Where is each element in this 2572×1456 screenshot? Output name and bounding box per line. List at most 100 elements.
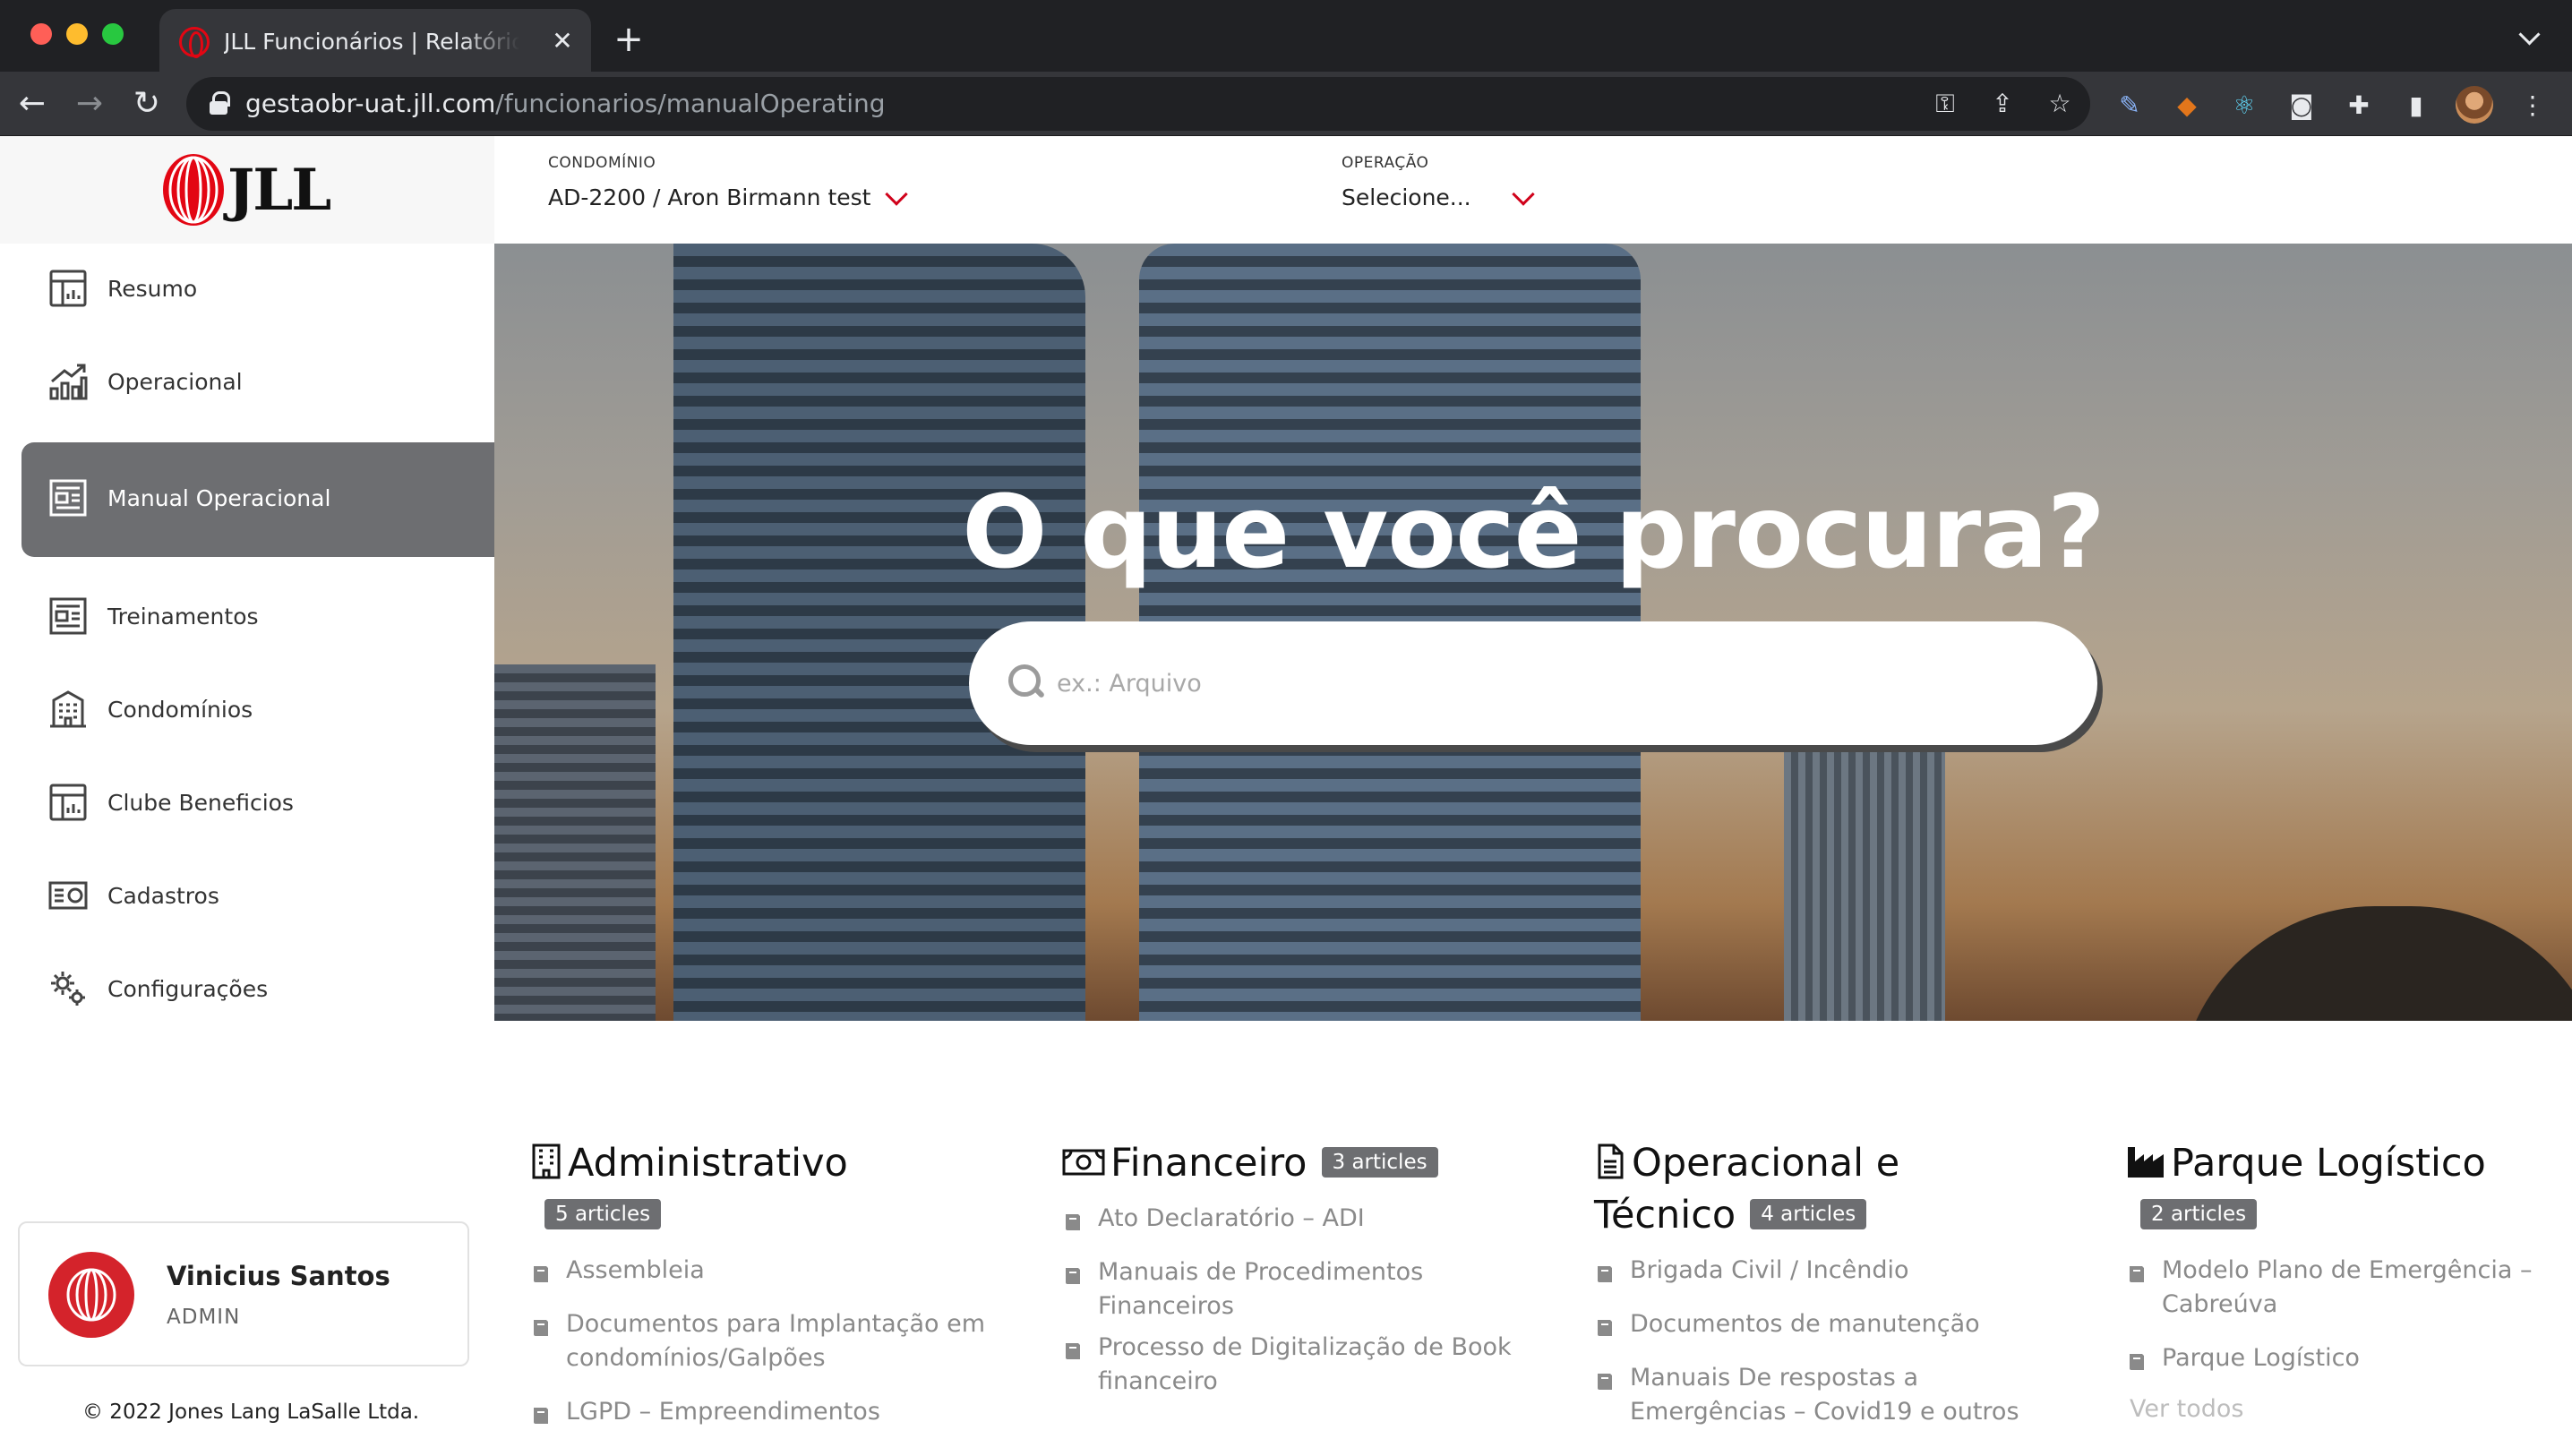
category-financeiro: Financeiro 3 articles Ato Declaratório – … — [1062, 1137, 1528, 1418]
tab-close-icon[interactable]: ✕ — [546, 25, 579, 57]
article-link[interactable]: LGPD – Empreendimentos — [530, 1395, 996, 1429]
article-link[interactable]: Documentos para Implantação em condomíni… — [530, 1307, 996, 1375]
article-link[interactable]: Documentos de manutenção — [1594, 1307, 2060, 1341]
more-menu-icon[interactable]: ⋮ — [2515, 88, 2551, 124]
search-box[interactable] — [969, 621, 2097, 745]
article-link[interactable]: Modelo Plano de Emergência – Cabreúva — [2126, 1254, 2556, 1322]
article-link[interactable]: Manuais De respostas a Emergências – Cov… — [1594, 1361, 2060, 1429]
puzzle-extensions-icon[interactable]: ✚ — [2341, 88, 2377, 124]
article-link[interactable]: Assembleia — [530, 1254, 996, 1288]
operacao-label: OPERAÇÃO — [1342, 154, 1429, 172]
profile-avatar[interactable] — [2456, 86, 2493, 124]
side-panel-icon[interactable]: ▮ — [2398, 88, 2434, 124]
book-icon — [2126, 1349, 2148, 1370]
book-icon — [2126, 1261, 2148, 1282]
category-title[interactable]: Administrativo 5 articles — [530, 1137, 996, 1241]
back-arrow-icon[interactable]: ← — [11, 82, 54, 125]
article-title: Processo de Digitalização de Book financ… — [1098, 1333, 1512, 1395]
url-path: /funcionarios/manualOperating — [495, 89, 886, 118]
sidebar-item-configuracoes[interactable]: Configurações — [21, 944, 494, 1037]
hero-banner: O que você procura? — [494, 244, 2572, 1021]
money-icon — [1062, 1141, 1105, 1177]
sidebar-item-label: Configurações — [107, 976, 269, 1002]
bookmark-star-icon[interactable]: ☆ — [2042, 88, 2078, 120]
hero-building-image — [1784, 745, 1945, 1021]
article-link[interactable]: Ato Declaratório – ADI — [1062, 1202, 1528, 1236]
article-count-badge: 3 articles — [1321, 1147, 1438, 1178]
sidebar-item-label: Resumo — [107, 276, 198, 302]
category-title[interactable]: Financeiro 3 articles — [1062, 1137, 1528, 1189]
article-count-badge: 4 articles — [1750, 1199, 1867, 1229]
sidebar-item-treinamentos[interactable]: Treinamentos — [21, 571, 494, 664]
window-minimize-button[interactable] — [66, 23, 88, 45]
new-tab-button[interactable]: + — [607, 18, 650, 61]
condominio-value[interactable]: AD-2200 / Aron Birmann test — [548, 184, 871, 210]
sidebar-item-operacional[interactable]: Operacional — [21, 337, 494, 430]
logo-area: JLL — [0, 136, 494, 244]
article-link[interactable]: Manuais de Procedimentos Financeiros — [1062, 1255, 1528, 1323]
browser-tab[interactable]: JLL Funcionários | Relatório operacional… — [159, 9, 591, 72]
category-title-text: Administrativo — [568, 1141, 848, 1186]
share-icon[interactable]: ⇪ — [1985, 88, 2020, 120]
book-icon — [530, 1315, 552, 1336]
sidebar-item-clube-beneficios[interactable]: Clube Beneficios — [21, 758, 494, 851]
hero-building-image — [494, 664, 656, 1021]
report-icon — [48, 269, 88, 308]
jll-favicon-icon — [179, 27, 210, 58]
lock-icon[interactable] — [210, 91, 230, 115]
fox-extension-icon[interactable]: ◆ — [2169, 88, 2205, 124]
operacao-value[interactable]: Selecione... — [1342, 184, 1471, 210]
book-icon — [1594, 1315, 1616, 1336]
jll-logo[interactable]: JLL — [161, 152, 331, 227]
chevron-down-icon[interactable] — [1512, 183, 1535, 206]
article-title: Ato Declaratório – ADI — [1098, 1204, 1365, 1232]
sidebar-item-manual-operacional[interactable]: Manual Operacional — [21, 442, 494, 557]
article-link[interactable]: Brigada Civil / Incêndio — [1594, 1254, 2060, 1288]
sidebar-item-resumo[interactable]: Resumo — [21, 244, 494, 337]
hero-tree-image — [2178, 906, 2572, 1021]
category-title[interactable]: Parque Logístico 2 articles — [2126, 1137, 2556, 1241]
react-extension-icon[interactable]: ⚛ — [2226, 88, 2262, 124]
camera-extension-icon[interactable]: ◙ — [2284, 88, 2319, 124]
article-list: Modelo Plano de Emergência – Cabreúva Pa… — [2126, 1254, 2556, 1375]
address-bar[interactable]: gestaobr-uat.jll.com/funcionarios/manual… — [186, 77, 2090, 131]
window-close-button[interactable] — [30, 23, 52, 45]
category-parque-logistico: Parque Logístico 2 articles Modelo Plano… — [2126, 1137, 2556, 1423]
category-administrativo: Administrativo 5 articles Assembleia Doc… — [530, 1137, 996, 1449]
category-title-text: Financeiro — [1110, 1141, 1307, 1186]
article-title: Modelo Plano de Emergência – Cabreúva — [2162, 1256, 2533, 1318]
gears-icon — [48, 969, 88, 1008]
book-icon — [530, 1402, 552, 1424]
browser-toolbar: ← → ↻ gestaobr-uat.jll.com/funcionarios/… — [0, 72, 2572, 136]
article-title: Brigada Civil / Incêndio — [1630, 1256, 1909, 1284]
key-icon[interactable]: ⚿ — [1927, 88, 1963, 120]
user-card[interactable]: Vinicius Santos ADMIN — [18, 1221, 469, 1366]
sidebar-item-condominios[interactable]: Condomínios — [21, 664, 494, 758]
see-all-link[interactable]: Ver todos — [2126, 1395, 2556, 1423]
operacao-filter[interactable]: OPERAÇÃO Selecione... — [1342, 136, 1556, 244]
chevron-down-icon[interactable] — [885, 183, 908, 206]
logo-wordmark: JLL — [227, 157, 331, 224]
book-icon — [1594, 1368, 1616, 1390]
forward-arrow-icon[interactable]: → — [68, 82, 111, 125]
article-link[interactable]: Processo de Digitalização de Book financ… — [1062, 1331, 1528, 1399]
article-title: Parque Logístico — [2162, 1344, 2360, 1372]
article-list: Assembleia Documentos para Implantação e… — [530, 1254, 996, 1429]
url-text[interactable]: gestaobr-uat.jll.com/funcionarios/manual… — [245, 88, 886, 120]
sidebar-item-cadastros[interactable]: Cadastros — [21, 851, 494, 944]
article-title: Documentos para Implantação em condomíni… — [566, 1310, 986, 1372]
window-maximize-button[interactable] — [102, 23, 124, 45]
condominio-filter[interactable]: CONDOMÍNIO AD-2200 / Aron Birmann test — [548, 136, 924, 244]
search-input[interactable] — [1057, 661, 2042, 706]
pen-extension-icon[interactable]: ✎ — [2112, 88, 2148, 124]
book-icon — [1062, 1338, 1084, 1359]
tab-search-chevron-icon[interactable] — [2513, 21, 2549, 57]
book-icon — [530, 1261, 552, 1282]
reload-icon[interactable]: ↻ — [125, 82, 168, 125]
category-title[interactable]: Operacional e Técnico 4 articles — [1594, 1137, 1970, 1241]
copyright: © 2022 Jones Lang LaSalle Ltda. — [82, 1400, 420, 1424]
article-link[interactable]: Parque Logístico — [2126, 1341, 2556, 1375]
sidebar-item-label: Clube Beneficios — [107, 790, 294, 816]
article-count-badge: 2 articles — [2140, 1199, 2258, 1229]
search-icon — [1008, 664, 1048, 704]
